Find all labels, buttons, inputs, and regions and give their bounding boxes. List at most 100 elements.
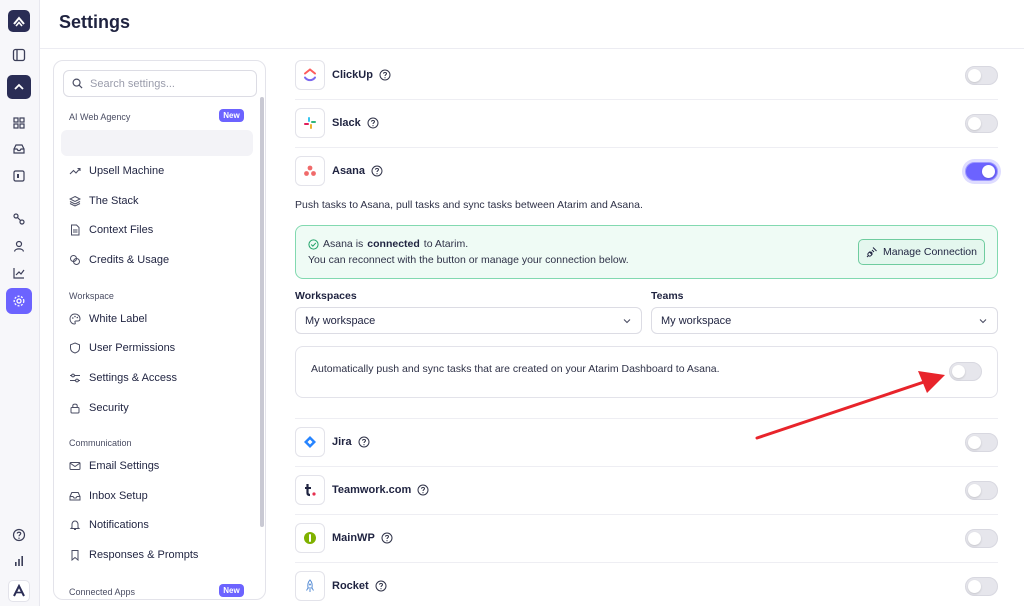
new-badge: New: [219, 584, 244, 597]
sidebar-item-label: Responses & Prompts: [89, 549, 199, 561]
jira-toggle[interactable]: [965, 432, 998, 452]
sidebar-item-label: Notifications: [89, 519, 149, 531]
sidebar-item-the-stack[interactable]: The Stack: [69, 195, 139, 207]
sidebar-item-credits-usage[interactable]: Credits & Usage: [69, 254, 169, 266]
connection-status-box: Asana is connected to Atarim. You can re…: [295, 225, 998, 279]
sidebar-item-security[interactable]: Security: [69, 402, 129, 414]
slack-toggle[interactable]: [965, 113, 998, 133]
search-input[interactable]: [90, 77, 240, 90]
atarim-logo-icon[interactable]: [8, 580, 30, 602]
help-icon[interactable]: [367, 117, 379, 129]
workspace-logo-icon[interactable]: [7, 75, 31, 99]
sidebar-item-settings-access[interactable]: Settings & Access: [69, 372, 177, 384]
teams-value: My workspace: [661, 314, 732, 327]
sidebar-item-highlight[interactable]: [61, 130, 253, 156]
mainwp-logo-icon: [295, 523, 325, 553]
section-communication: Communication: [69, 438, 132, 448]
sidebar-item-email-settings[interactable]: Email Settings: [69, 460, 159, 472]
asana-logo-icon: [295, 156, 325, 186]
app-name: Rocket: [332, 580, 369, 592]
app-name: Jira: [332, 436, 352, 448]
sidebar-item-label: Email Settings: [89, 460, 160, 472]
flow-icon[interactable]: [8, 208, 30, 230]
teams-select[interactable]: My workspace: [651, 307, 998, 334]
connection-detail: You can reconnect with the button or man…: [308, 254, 629, 266]
workspaces-select[interactable]: My workspace: [295, 307, 642, 334]
settings-icon[interactable]: [6, 288, 32, 314]
app-name: Asana: [332, 165, 366, 177]
sidebar-item-responses-prompts[interactable]: Responses & Prompts: [69, 549, 198, 561]
row-divider: [295, 562, 998, 563]
auto-sync-toggle[interactable]: [949, 362, 982, 381]
row-divider: [295, 514, 998, 515]
user-icon[interactable]: [8, 235, 30, 257]
chevron-down-icon: [623, 318, 631, 323]
status-suffix: to Atarim.: [423, 238, 469, 250]
section-connected-apps: Connected Apps: [69, 587, 136, 597]
workspaces-value: My workspace: [305, 314, 376, 327]
jira-logo-icon: [295, 427, 325, 457]
rocket-logo-icon: [295, 571, 325, 601]
help-icon[interactable]: [417, 484, 429, 496]
manage-connection-label: Manage Connection: [883, 246, 977, 258]
sliders-icon: [70, 373, 80, 383]
sidebar-scrollbar[interactable]: [260, 97, 264, 527]
coins-icon: [70, 255, 80, 265]
auto-sync-text: Automatically push and sync tasks that a…: [311, 363, 720, 375]
app-row-teamwork: Teamwork.com: [295, 475, 998, 505]
grid-icon[interactable]: [8, 112, 30, 134]
row-divider: [295, 466, 998, 467]
file-icon: [71, 224, 80, 236]
rocket-toggle[interactable]: [965, 576, 998, 596]
inbox-icon: [69, 492, 81, 501]
sidebar-item-upsell-machine[interactable]: Upsell Machine: [69, 165, 164, 177]
header-divider: [40, 48, 1024, 49]
clickup-toggle[interactable]: [965, 65, 998, 85]
help-icon[interactable]: [381, 532, 393, 544]
mainwp-toggle[interactable]: [965, 528, 998, 548]
row-divider: [295, 147, 998, 148]
app-row-rocket: Rocket: [295, 571, 998, 601]
help-icon[interactable]: [358, 436, 370, 448]
search-box[interactable]: [63, 70, 257, 97]
stats-icon[interactable]: [8, 550, 30, 572]
calendar-icon[interactable]: [8, 165, 30, 187]
sidebar-item-white-label[interactable]: White Label: [69, 313, 147, 325]
bell-icon: [69, 520, 81, 530]
slack-logo-icon: [295, 108, 325, 138]
section-ai-web-agency: AI Web Agency: [69, 112, 131, 122]
help-icon[interactable]: [371, 165, 383, 177]
inbox-icon[interactable]: [8, 138, 30, 160]
sidebar-item-inbox-setup[interactable]: Inbox Setup: [69, 490, 148, 502]
sidebar-item-user-permissions[interactable]: User Permissions: [69, 342, 175, 354]
bookmark-icon: [71, 550, 79, 561]
sidebar-item-label: User Permissions: [89, 342, 176, 354]
status-prefix: Asana is: [323, 238, 364, 250]
help-icon[interactable]: [375, 580, 387, 592]
teamwork-toggle[interactable]: [965, 480, 998, 500]
app-name: Teamwork.com: [332, 484, 412, 496]
app-name: MainWP: [332, 532, 375, 544]
status-bold: connected: [367, 238, 420, 250]
settings-sidebar: AI Web Agency New Upsell Machine The Sta…: [53, 60, 266, 600]
sidebar-item-notifications[interactable]: Notifications: [69, 519, 149, 531]
brand-logo-icon[interactable]: [8, 10, 30, 32]
chart-icon[interactable]: [8, 262, 30, 284]
sidebar-toggle-icon[interactable]: [8, 44, 30, 66]
app-row-clickup: ClickUp: [295, 60, 998, 90]
mail-icon: [69, 462, 81, 470]
lock-icon: [70, 403, 80, 414]
manage-connection-button[interactable]: Manage Connection: [858, 239, 985, 265]
help-icon[interactable]: [8, 524, 30, 546]
layers-icon: [69, 195, 81, 207]
sidebar-item-context-files[interactable]: Context Files: [69, 224, 153, 236]
app-row-jira: Jira: [295, 427, 998, 457]
check-circle-icon: [308, 238, 319, 250]
sidebar-item-label: Settings & Access: [89, 372, 178, 384]
asana-description: Push tasks to Asana, pull tasks and sync…: [295, 199, 643, 211]
help-icon[interactable]: [379, 69, 391, 81]
sidebar-item-label: Inbox Setup: [89, 490, 148, 502]
row-divider: [295, 418, 998, 419]
page-title: Settings: [59, 12, 131, 32]
asana-toggle[interactable]: [965, 161, 998, 181]
